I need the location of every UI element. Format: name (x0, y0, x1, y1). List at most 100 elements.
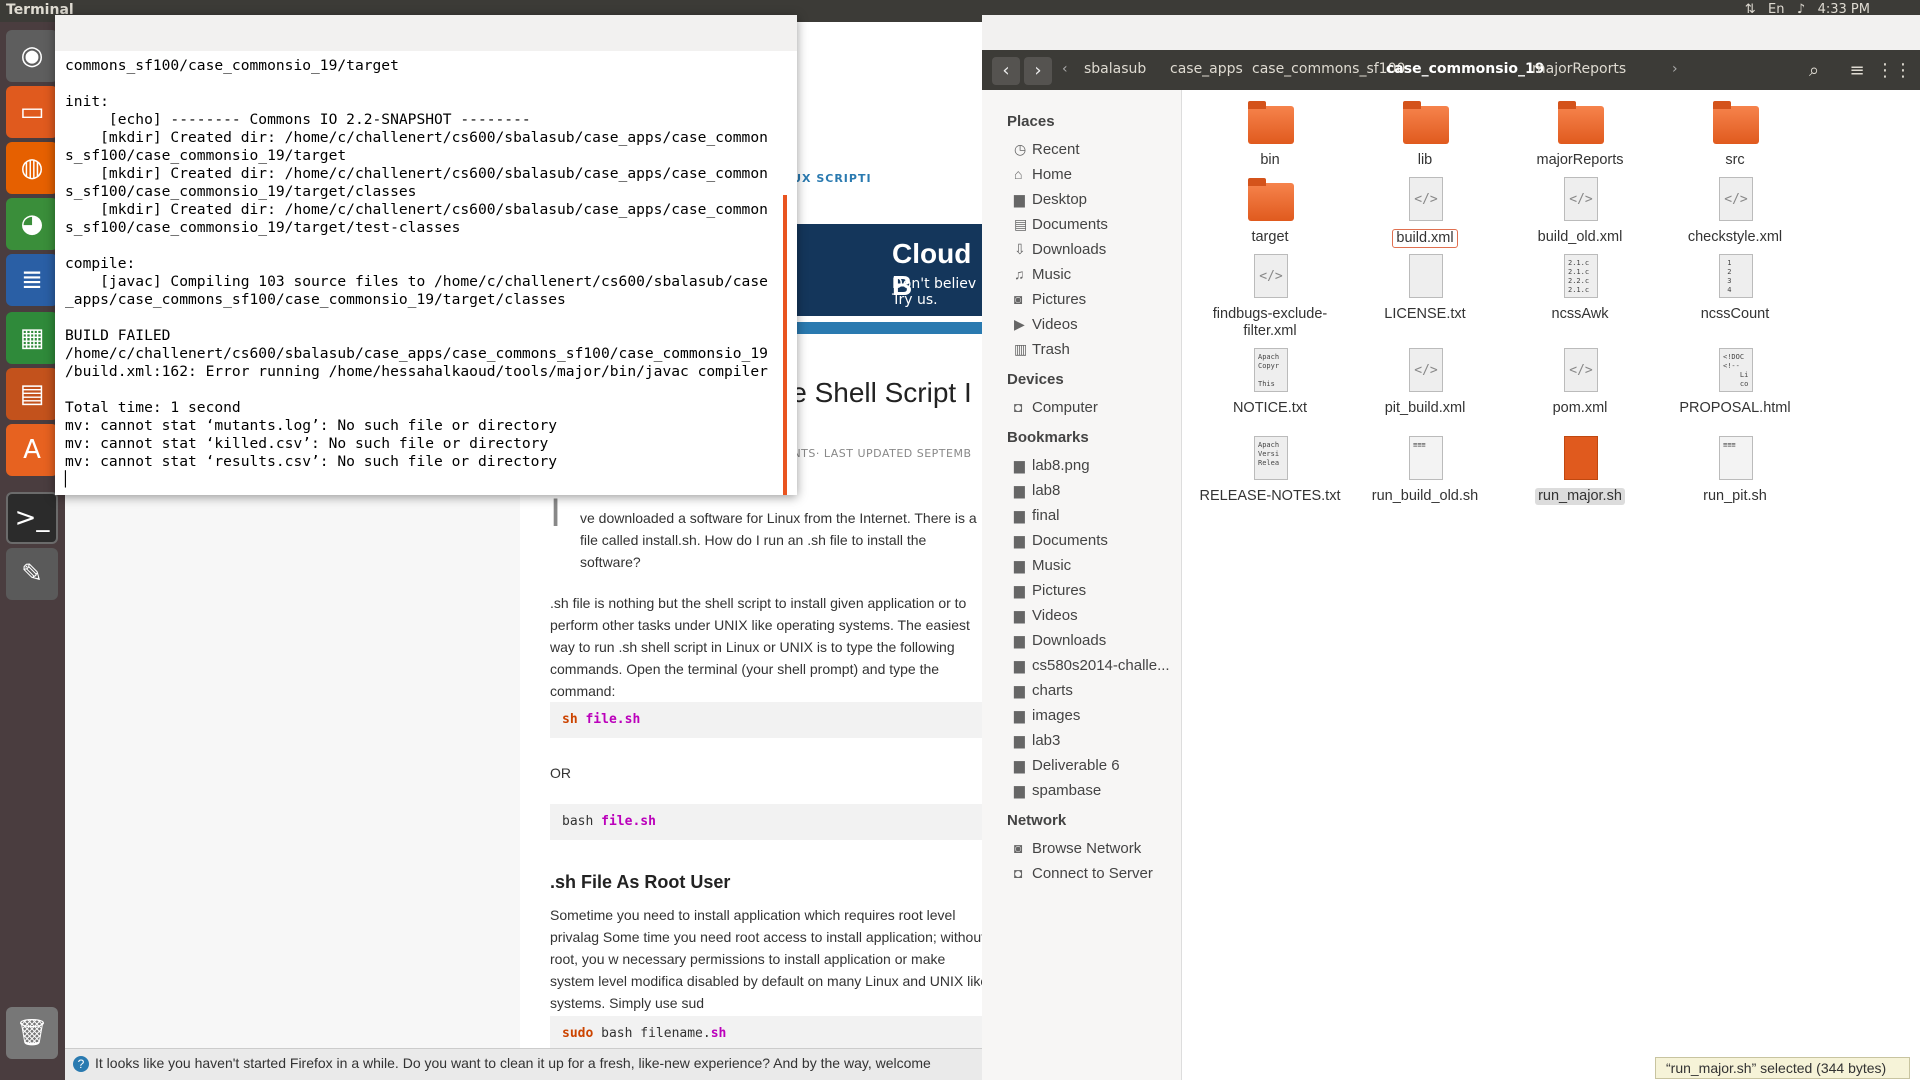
code-ext: sh (710, 1026, 727, 1041)
sidebar-item-final[interactable]: ▆ final (1014, 507, 1060, 524)
folder-icon (1403, 101, 1449, 144)
terminal-scrollbar[interactable] (783, 195, 787, 495)
file-item[interactable]: 1 2 3 4 ncssCount (1660, 254, 1810, 323)
chrome-icon[interactable]: ◕ (6, 198, 58, 250)
file-item[interactable]: Apach Copyr This NOTICE.txt (1195, 348, 1345, 417)
file-item[interactable]: ≡≡≡ run_build_old.sh (1350, 436, 1500, 505)
file-name: RELEASE-NOTES.txt (1199, 488, 1341, 504)
breadcrumb-item[interactable]: case_commonsio_19 (1386, 61, 1544, 77)
terminal-icon[interactable]: >_ (6, 492, 58, 544)
sidebar-item-desktop[interactable]: ▆ Desktop (1014, 191, 1087, 208)
sidebar-item-documents[interactable]: ▤ Documents (1014, 216, 1108, 233)
file-item[interactable]: lib (1350, 100, 1500, 169)
back-button[interactable]: ‹ (992, 57, 1020, 85)
sidebar-item-documents[interactable]: ▆ Documents (1014, 532, 1108, 549)
sidebar-item-downloads[interactable]: ⇩ Downloads (1014, 241, 1106, 258)
sidebar-item-icon: ▆ (1014, 682, 1025, 698)
calc-icon[interactable]: ▦ (6, 312, 58, 364)
sidebar-item-label: images (1032, 707, 1081, 724)
file-item[interactable]: Apach Versi Relea RELEASE-NOTES.txt (1195, 436, 1345, 505)
or-text: OR (550, 765, 571, 781)
terminal-titlebar[interactable] (55, 15, 797, 51)
breadcrumb-item[interactable]: case_apps (1170, 61, 1243, 77)
banner-divider (780, 322, 985, 334)
sidebar-item-downloads[interactable]: ▆ Downloads (1014, 632, 1106, 649)
file-name: findbugs-exclude-filter.xml (1212, 306, 1328, 339)
file-item[interactable]: 2.1.c 2.1.c 2.2.c 2.1.c ncssAwk (1505, 254, 1655, 323)
trash-icon[interactable]: 🗑 (6, 1007, 58, 1059)
sidebar-item-charts[interactable]: ▆ charts (1014, 682, 1073, 699)
firefox-icon[interactable]: ◍ (6, 142, 58, 194)
file-manager-titlebar[interactable] (982, 15, 1920, 50)
sidebar-item-trash[interactable]: ▥ Trash (1014, 341, 1070, 358)
dash-icon[interactable]: ◉ (6, 30, 58, 82)
sidebar-item-images[interactable]: ▆ images (1014, 707, 1080, 724)
cloud-ad-banner[interactable]: Cloud B Don't believ Try us. (780, 224, 985, 316)
sidebar-item-music[interactable]: ♫ Music (1014, 266, 1071, 283)
sidebar-item-videos[interactable]: ▆ Videos (1014, 607, 1078, 624)
script-file-icon: ≡≡≡ (1719, 436, 1753, 480)
file-item[interactable]: run_major.sh (1505, 436, 1655, 505)
sidebar-item-pictures[interactable]: ◙ Pictures (1014, 291, 1086, 308)
sidebar-item-connect-to-server[interactable]: ◘ Connect to Server (1014, 865, 1153, 882)
sidebar-item-cs580s2014-challe-[interactable]: ▆ cs580s2014-challe... (1014, 657, 1170, 674)
file-item[interactable]: src (1660, 100, 1810, 169)
file-item[interactable]: LICENSE.txt (1350, 254, 1500, 323)
file-item[interactable]: target (1195, 177, 1345, 246)
file-item[interactable]: <!DOC <!-- Li co PROPOSAL.html (1660, 348, 1810, 417)
breadcrumb-scroll-left-icon[interactable]: ‹ (1062, 61, 1068, 77)
file-item[interactable]: </> checkstyle.xml (1660, 177, 1810, 246)
sidebar-item-music[interactable]: ▆ Music (1014, 557, 1071, 574)
software-center-icon[interactable]: A (6, 424, 58, 476)
breadcrumb-item[interactable]: sbalasub (1084, 61, 1146, 77)
file-item[interactable]: </> pit_build.xml (1350, 348, 1500, 417)
search-icon[interactable]: ⌕ (1797, 57, 1831, 85)
sidebar-item-icon: ▆ (1014, 507, 1025, 523)
file-name: lib (1417, 152, 1433, 168)
terminal-output[interactable]: commons_sf100/case_commonsio_19/target i… (55, 51, 797, 495)
forward-button[interactable]: › (1024, 57, 1052, 85)
sidebar-item-pictures[interactable]: ▆ Pictures (1014, 582, 1086, 599)
sidebar-item-lab8[interactable]: ▆ lab8 (1014, 482, 1060, 499)
terminal-window[interactable]: commons_sf100/case_commonsio_19/target i… (55, 15, 797, 495)
xml-file-icon: </> (1409, 348, 1443, 392)
grid-view-icon[interactable]: ⋮⋮ (1876, 57, 1912, 85)
sidebar-item-icon: ♫ (1014, 266, 1025, 282)
impress-icon[interactable]: ▤ (6, 368, 58, 420)
sidebar-item-lab3[interactable]: ▆ lab3 (1014, 732, 1060, 749)
writer-icon[interactable]: ≣ (6, 254, 58, 306)
sidebar-item-label: Music (1032, 266, 1072, 283)
file-item[interactable]: </> pom.xml (1505, 348, 1655, 417)
file-item[interactable]: ≡≡≡ run_pit.sh (1660, 436, 1810, 505)
sidebar-item-home[interactable]: ⌂ Home (1014, 166, 1072, 183)
section-heading: .sh File As Root User (550, 872, 731, 892)
file-item[interactable]: </> build_old.xml (1505, 177, 1655, 246)
sidebar-item-computer[interactable]: ◘ Computer (1014, 399, 1098, 416)
sidebar-item-label: Downloads (1032, 241, 1107, 258)
sidebar-item-browse-network[interactable]: ◙ Browse Network (1014, 840, 1141, 857)
file-item[interactable]: </> findbugs-exclude-filter.xml (1195, 254, 1345, 340)
breadcrumb-scroll-right-icon[interactable]: › (1672, 61, 1678, 77)
breadcrumb-item[interactable]: case_commons_sf100 (1252, 61, 1405, 77)
sidebar-item-lab8-png[interactable]: ▆ lab8.png (1014, 457, 1090, 474)
menu-icon[interactable]: ≡ (1840, 57, 1874, 85)
file-item[interactable]: majorReports (1505, 100, 1655, 169)
sidebar-item-videos[interactable]: ▶ Videos (1014, 316, 1078, 333)
sidebar-item-icon: ◘ (1014, 399, 1023, 415)
files-icon[interactable]: ▭ (6, 86, 58, 138)
sidebar-item-spambase[interactable]: ▆ spambase (1014, 782, 1101, 799)
breadcrumb-item[interactable]: majorReports (1532, 61, 1626, 77)
sidebar-item-recent[interactable]: ◷ Recent (1014, 141, 1080, 158)
file-item[interactable]: </> build.xml (1350, 177, 1500, 248)
text-editor-icon[interactable]: ✎ (6, 548, 58, 600)
script-file-icon (1564, 436, 1598, 480)
folder-icon (1713, 101, 1759, 144)
sidebar-item-deliverable-6[interactable]: ▆ Deliverable 6 (1014, 757, 1120, 774)
file-name: run_build_old.sh (1371, 488, 1479, 504)
file-item[interactable]: bin (1195, 100, 1345, 169)
sidebar-item-label: Videos (1032, 316, 1078, 333)
sidebar-item-label: Recent (1032, 141, 1080, 158)
sidebar-item-label: Downloads (1032, 632, 1107, 649)
sidebar-item-label: Home (1032, 166, 1073, 183)
firefox-refresh-notification[interactable]: ? It looks like you haven't started Firef… (65, 1048, 990, 1080)
